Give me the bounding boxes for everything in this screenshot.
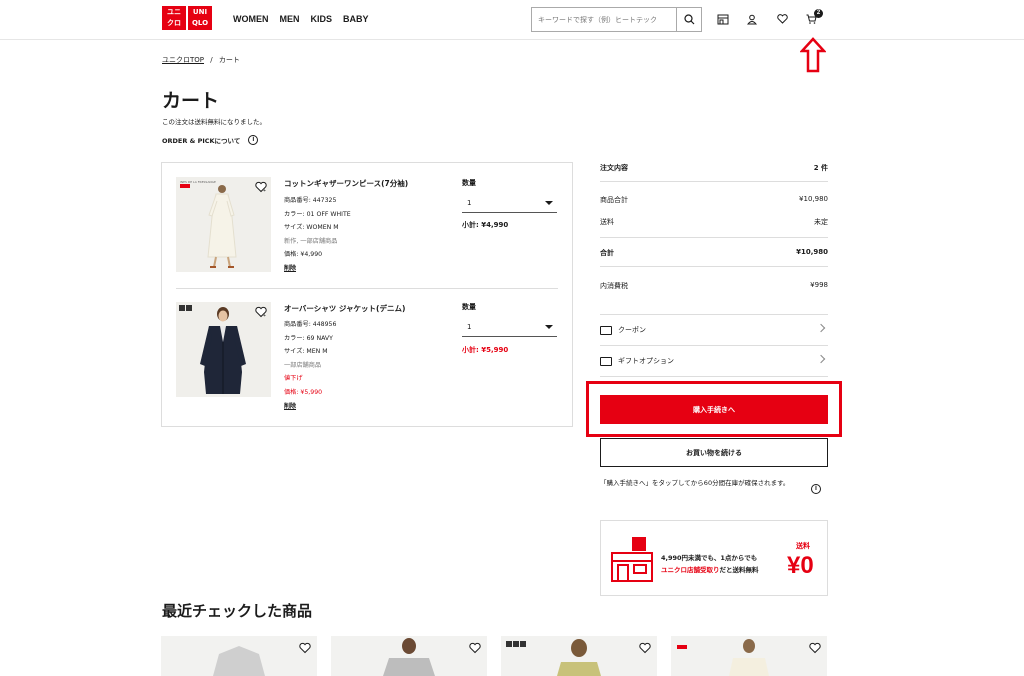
goods-total-row: 商品合計 ¥10,980 (600, 195, 828, 204)
recent-product-card[interactable] (161, 636, 317, 676)
divider (600, 314, 828, 315)
divider (600, 376, 828, 377)
store-icon[interactable] (716, 12, 730, 26)
search-input[interactable] (532, 8, 676, 31)
quantity-select[interactable]: 1 (462, 193, 557, 213)
discount-label: 値下げ (284, 375, 303, 383)
tax-row: 内消費税 ¥998 (600, 281, 828, 290)
info-icon[interactable]: i (811, 484, 821, 494)
breadcrumb-home-link[interactable]: ユニクロTOP (162, 56, 204, 64)
delete-link[interactable]: 削除 (284, 262, 351, 276)
product-name[interactable]: オーバーシャツ ジャケット(デニム) (284, 303, 405, 314)
total-row: 合計 ¥10,980 (600, 248, 828, 257)
info-icon[interactable]: i (248, 135, 259, 145)
breadcrumb-current: カート (218, 56, 240, 64)
nav-men[interactable]: MEN (280, 14, 300, 24)
checkout-button[interactable]: 購入手続きへ (600, 395, 828, 424)
product-details: 商品番号: 447325 カラー: 01 OFF WHITE サイズ: WOME… (284, 194, 351, 276)
quantity-label: 数量 (462, 179, 476, 187)
favorite-heart-icon[interactable] (639, 642, 651, 654)
chevron-right-icon (816, 323, 826, 333)
product-name[interactable]: コットンギャザーワンピース(7分袖) (284, 178, 408, 189)
page-title: カート (162, 90, 220, 112)
recent-product-card[interactable] (501, 636, 657, 676)
recently-viewed-title: 最近チェックした商品 (162, 602, 313, 620)
favorite-heart-icon[interactable] (809, 642, 821, 654)
site-header: ユニクロ UNIQLO WOMEN MEN KIDS BABY 2 (0, 0, 1024, 40)
divider (600, 181, 828, 182)
item-subtotal: 小計: ¥4,990 (462, 221, 509, 229)
uniqlo-logo[interactable]: ユニ クロ UNI QLO (162, 6, 212, 30)
coupon-icon (600, 325, 612, 335)
continue-shopping-button[interactable]: お買い物を続ける (600, 438, 828, 467)
favorite-heart-icon[interactable] (469, 642, 481, 654)
chevron-down-icon (545, 325, 553, 329)
quantity-select[interactable]: 1 (462, 317, 557, 337)
gift-icon (600, 356, 612, 366)
store-pickup-banner[interactable]: 4,990円未満でも、1点からでも ユニクロ店舗受取りだと送料無料 送料 ¥0 (600, 520, 828, 596)
order-pick-info[interactable]: ORDER & PICKについて i (162, 135, 259, 145)
search-box (531, 7, 702, 32)
nav-kids[interactable]: KIDS (311, 14, 333, 24)
divider (600, 345, 828, 346)
delete-link[interactable]: 削除 (284, 400, 336, 414)
item-subtotal: 小計: ¥5,990 (462, 346, 509, 354)
shipping-row: 送料 未定 (600, 218, 828, 226)
free-shipping-note: この注文は送料無料になりました。 (162, 118, 266, 126)
breadcrumb: ユニクロTOP / カート (162, 56, 240, 64)
order-summary-count: 注文内容 2 件 (600, 164, 828, 172)
cart-items-text-layer: コットンギャザーワンピース(7分袖) 商品番号: 447325 カラー: 01 … (161, 162, 573, 427)
account-icon[interactable] (745, 12, 759, 26)
store-building-icon (611, 537, 653, 582)
quantity-label: 数量 (462, 303, 476, 311)
recent-product-card[interactable] (671, 636, 827, 676)
stock-reservation-note: 「購入手続きへ」をタップしてから60分間在庫が確保されます。 (600, 479, 790, 487)
cart-count-badge: 2 (814, 9, 823, 18)
annotation-up-arrow-icon (800, 37, 826, 73)
divider (600, 266, 828, 267)
search-icon (683, 14, 694, 25)
product-details: 商品番号: 448956 カラー: 69 NAVY サイズ: MEN M 一部店… (284, 318, 336, 413)
favorite-heart-icon[interactable] (299, 642, 311, 654)
divider (600, 237, 828, 238)
search-button[interactable] (676, 8, 701, 31)
recent-product-card[interactable] (331, 636, 487, 676)
nav-women[interactable]: WOMEN (233, 14, 269, 24)
main-nav: WOMEN MEN KIDS BABY (233, 14, 369, 24)
gift-option[interactable]: ギフトオプション (600, 347, 828, 375)
favorites-heart-icon[interactable] (775, 12, 789, 26)
nav-baby[interactable]: BABY (343, 14, 369, 24)
chevron-right-icon (816, 354, 826, 364)
chevron-down-icon (545, 201, 553, 205)
coupon-option[interactable]: クーポン (600, 316, 828, 344)
